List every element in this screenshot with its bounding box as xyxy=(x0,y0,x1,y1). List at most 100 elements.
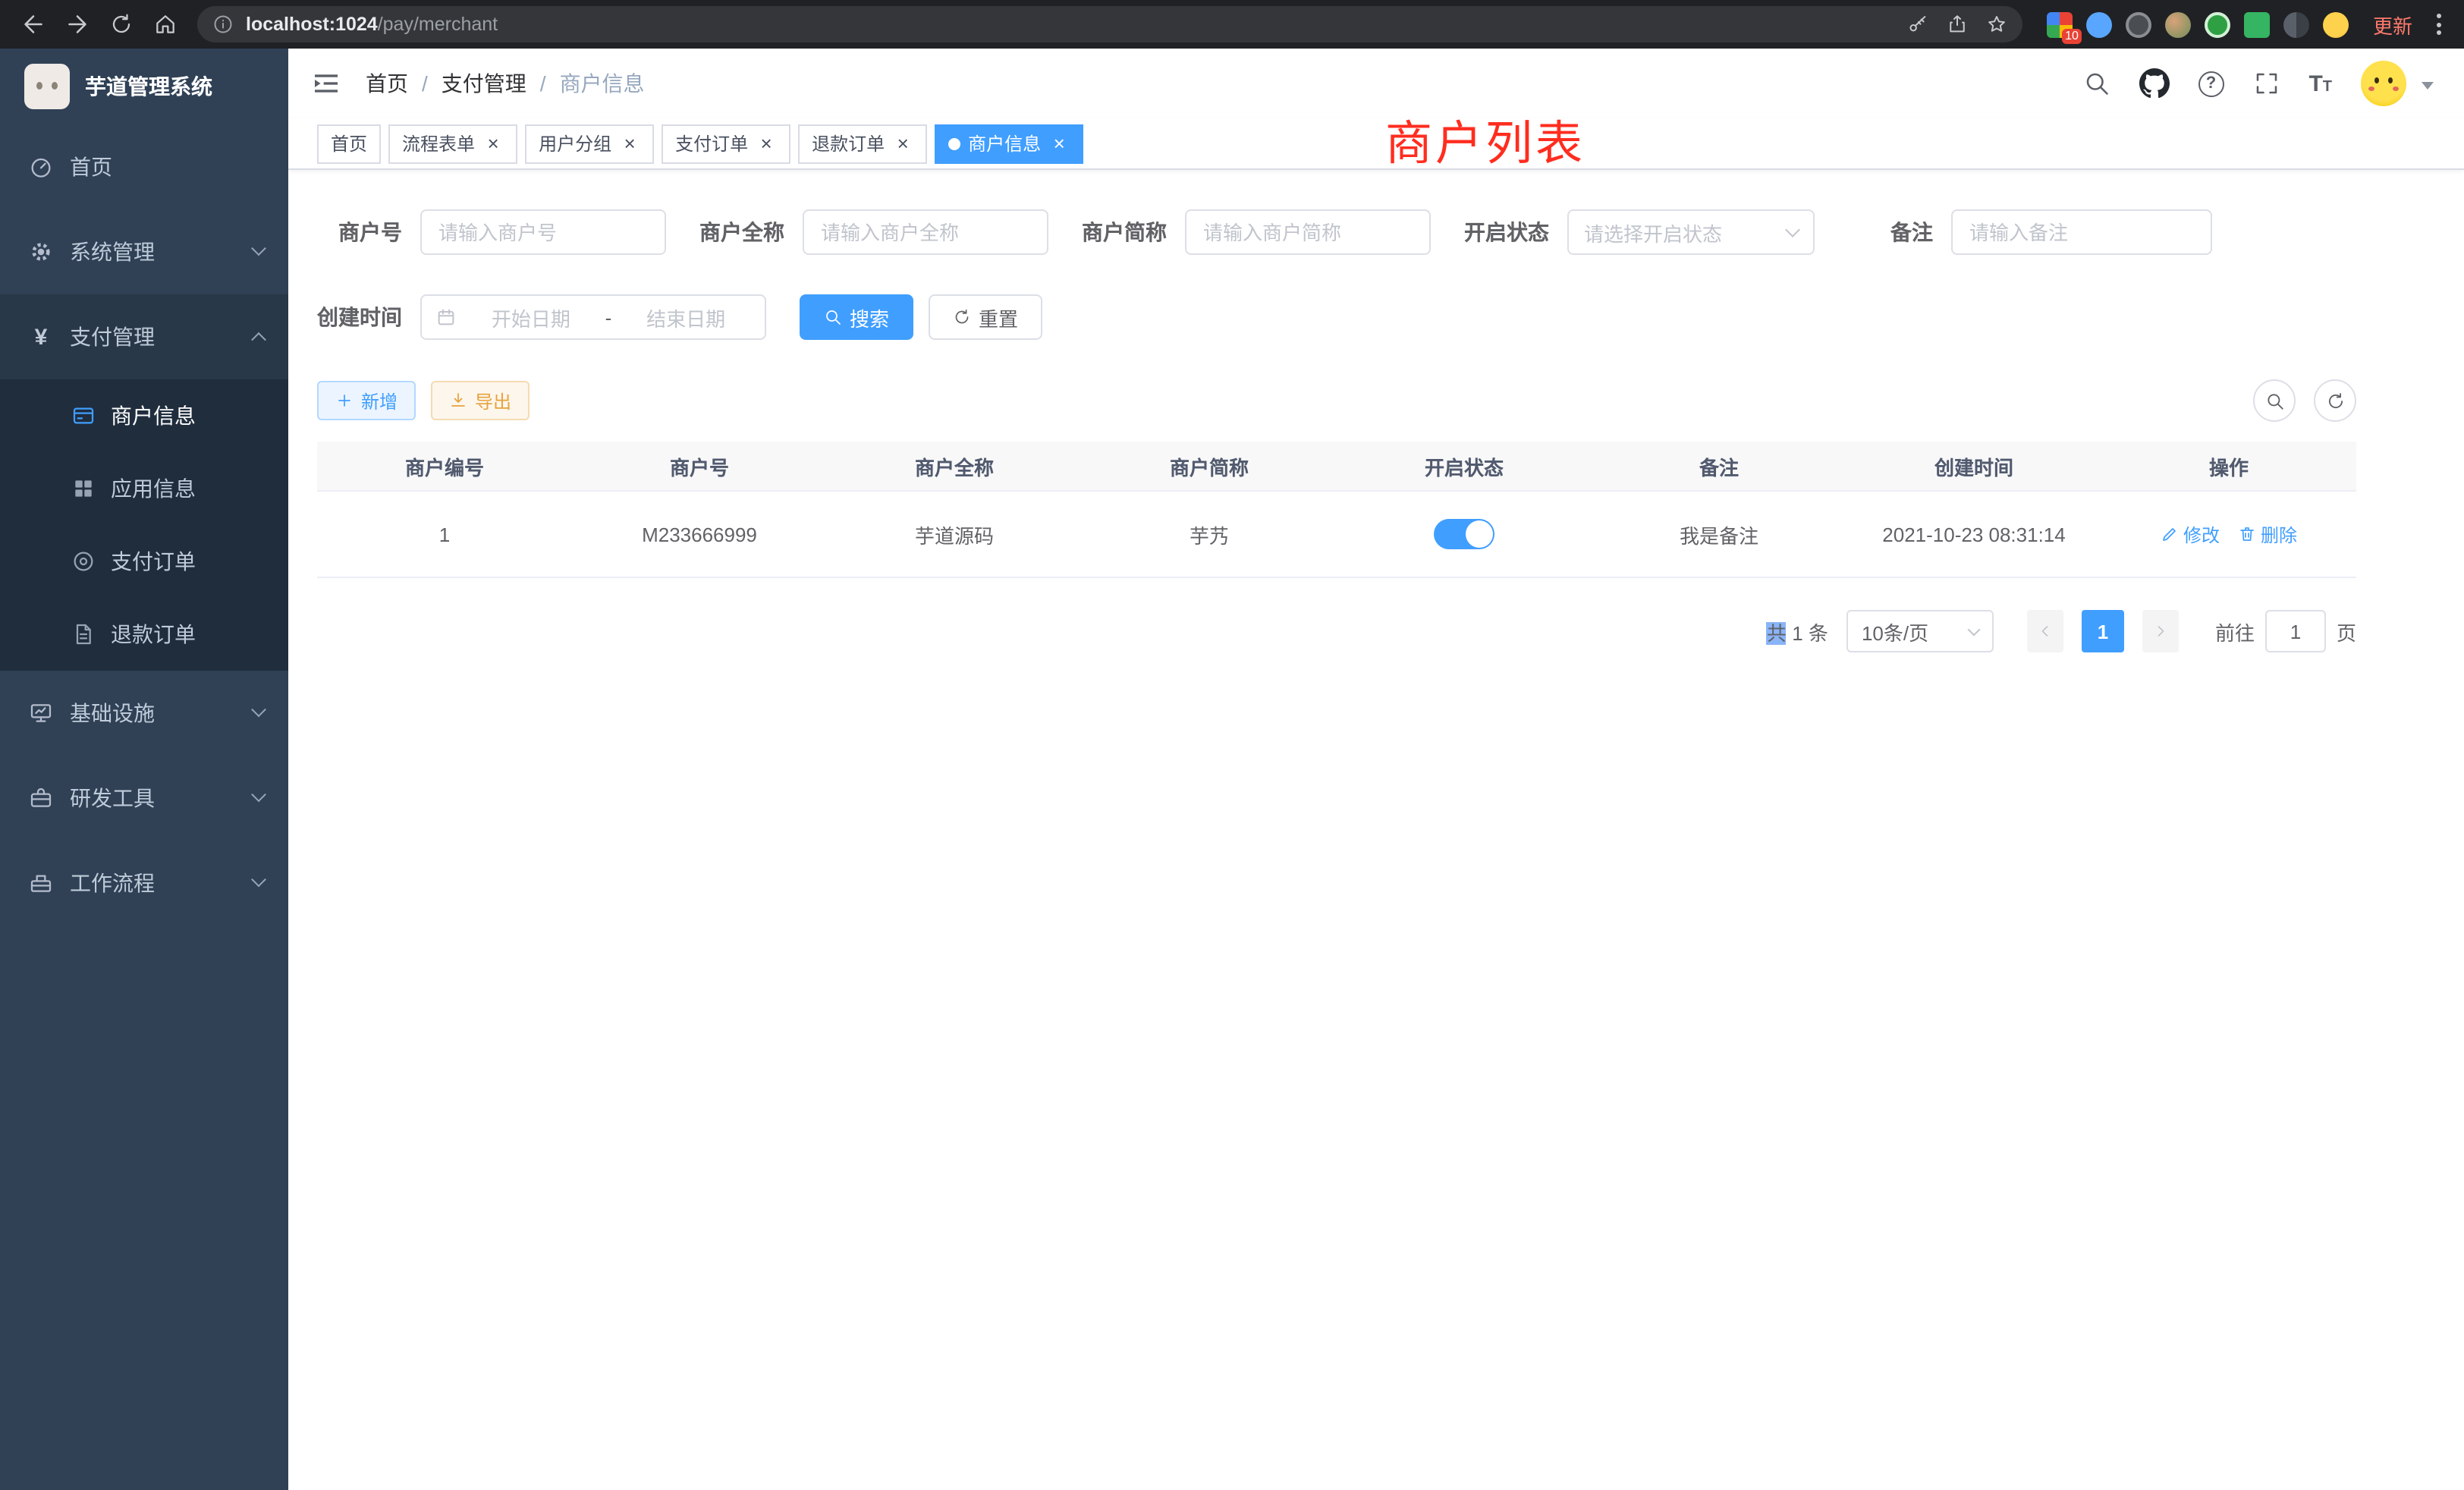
page-number-button[interactable]: 1 xyxy=(2082,610,2124,652)
address-bar[interactable]: localhost:1024/pay/merchant xyxy=(197,6,2022,42)
fullscreen-icon[interactable] xyxy=(2252,70,2280,97)
hamburger-button[interactable] xyxy=(311,68,341,99)
cell-actions: 修改 删除 xyxy=(2101,521,2356,547)
close-icon[interactable]: × xyxy=(892,133,913,154)
edit-link[interactable]: 修改 xyxy=(2161,521,2220,547)
tag-label: 支付订单 xyxy=(675,130,748,156)
cell-merchant-id: 1 xyxy=(317,523,572,545)
merchant-no-input[interactable] xyxy=(420,209,666,255)
next-page-button[interactable] xyxy=(2142,610,2179,652)
tag-merchant-info[interactable]: 商户信息× xyxy=(935,124,1083,163)
grid-icon xyxy=(71,476,96,501)
filter-remark: 备注 xyxy=(1848,209,2212,255)
yen-icon: ¥ xyxy=(29,324,53,350)
goto-page-input[interactable] xyxy=(2265,610,2326,652)
toggle-search-button[interactable] xyxy=(2253,379,2296,422)
close-icon[interactable]: × xyxy=(482,133,504,154)
col-header: 操作 xyxy=(2101,451,2356,480)
tag-refund-order[interactable]: 退款订单× xyxy=(798,124,927,163)
sidebar: 芋道管理系统 首页 系统管理 ¥ 支付管理 xyxy=(0,49,288,1490)
tags-view: 首页 流程表单× 用户分组× 支付订单 × 退款订单× 商户信息× xyxy=(288,118,2464,170)
short-name-input[interactable] xyxy=(1185,209,1431,255)
cell-remark: 我是备注 xyxy=(1592,520,1846,549)
filter-label: 开启状态 xyxy=(1464,217,1567,247)
page-size-select[interactable]: 10条/页 xyxy=(1846,610,1994,652)
forward-button[interactable] xyxy=(56,4,97,45)
search-button[interactable]: 搜索 xyxy=(800,294,913,340)
date-range-picker[interactable]: 开始日期 - 结束日期 xyxy=(420,294,766,340)
add-button[interactable]: 新增 xyxy=(317,381,416,420)
total-prefix: 共 xyxy=(1767,621,1787,644)
extension-icon-pinwheel[interactable] xyxy=(2283,11,2309,37)
filter-label: 商户号 xyxy=(317,217,420,247)
full-name-input[interactable] xyxy=(803,209,1048,255)
tag-process-form[interactable]: 流程表单× xyxy=(388,124,517,163)
sidebar-item-payment[interactable]: ¥ 支付管理 xyxy=(0,294,288,379)
search-button-label: 搜索 xyxy=(850,303,889,332)
reset-button[interactable]: 重置 xyxy=(929,294,1042,340)
back-button[interactable] xyxy=(12,4,53,45)
extension-icon-blue[interactable] xyxy=(2086,11,2112,37)
url-text: localhost:1024/pay/merchant xyxy=(246,14,1895,35)
refresh-button[interactable] xyxy=(100,4,141,45)
share-icon[interactable] xyxy=(1947,14,1968,35)
sidebar-item-app-info[interactable]: 应用信息 xyxy=(0,452,288,525)
export-button[interactable]: 导出 xyxy=(431,381,530,420)
sidebar-item-refund-order[interactable]: 退款订单 xyxy=(0,598,288,671)
help-icon[interactable]: ? xyxy=(2198,71,2224,96)
status-toggle[interactable] xyxy=(1434,519,1494,549)
page-content: 商户号 商户全称 商户简称 开启状态 请选择开启状态 xyxy=(288,170,2464,1490)
extension-icon-dark[interactable] xyxy=(2126,11,2151,37)
sidebar-item-label: 支付管理 xyxy=(70,322,155,352)
breadcrumb-payment[interactable]: 支付管理 xyxy=(442,68,526,99)
sidebar-item-label: 商户信息 xyxy=(111,401,196,431)
delete-link[interactable]: 删除 xyxy=(2238,521,2297,547)
sidebar-item-merchant-info[interactable]: 商户信息 xyxy=(0,379,288,452)
filter-short-name: 商户简称 xyxy=(1082,209,1431,255)
chevron-down-icon xyxy=(1785,222,1800,237)
extension-icon-green-square[interactable] xyxy=(2244,11,2270,37)
remark-input[interactable] xyxy=(1951,209,2212,255)
prev-page-button[interactable] xyxy=(2027,610,2063,652)
font-size-icon[interactable]: TT xyxy=(2308,71,2332,96)
password-key-icon[interactable] xyxy=(1907,14,1928,35)
extension-icon-green-circle[interactable] xyxy=(2205,11,2230,37)
browser-menu-button[interactable] xyxy=(2425,14,2452,35)
close-icon[interactable]: × xyxy=(1048,133,1070,154)
extension-badge: 10 xyxy=(2062,28,2082,43)
sidebar-item-workflow[interactable]: 工作流程 xyxy=(0,841,288,926)
home-button[interactable] xyxy=(144,4,185,45)
refresh-table-button[interactable] xyxy=(2314,379,2356,422)
sidebar-item-label: 工作流程 xyxy=(70,868,155,898)
sidebar-item-label: 应用信息 xyxy=(111,473,196,504)
sidebar-item-infrastructure[interactable]: 基础设施 xyxy=(0,671,288,756)
chevron-down-icon xyxy=(251,701,266,716)
tag-pay-order[interactable]: 支付订单 × xyxy=(662,124,790,163)
extension-icon-avatar[interactable] xyxy=(2165,11,2191,37)
status-select[interactable]: 请选择开启状态 xyxy=(1567,209,1815,255)
calendar-icon xyxy=(435,306,457,328)
extension-icon-grid[interactable]: 10 xyxy=(2047,11,2073,37)
app-logo[interactable]: 芋道管理系统 xyxy=(0,49,288,124)
github-icon[interactable] xyxy=(2139,68,2169,99)
filter-merchant-no: 商户号 xyxy=(317,209,666,255)
search-icon[interactable] xyxy=(2082,70,2110,97)
close-icon[interactable]: × xyxy=(756,133,777,154)
breadcrumb-home[interactable]: 首页 xyxy=(366,68,408,99)
sidebar-item-devtools[interactable]: 研发工具 xyxy=(0,756,288,841)
sidebar-item-pay-order[interactable]: 支付订单 xyxy=(0,525,288,598)
omnibox-actions xyxy=(1907,14,2007,35)
sidebar-item-home[interactable]: 首页 xyxy=(0,124,288,209)
delete-link-label: 删除 xyxy=(2261,521,2297,547)
close-icon[interactable]: × xyxy=(619,133,640,154)
monitor-chart-icon xyxy=(29,701,53,725)
tag-user-group[interactable]: 用户分组× xyxy=(525,124,654,163)
goto-label: 前往 xyxy=(2215,617,2255,646)
extension-icon-emoji[interactable] xyxy=(2323,11,2349,37)
avatar[interactable] xyxy=(2361,61,2406,106)
sidebar-item-system[interactable]: 系统管理 xyxy=(0,209,288,294)
tag-home[interactable]: 首页 xyxy=(317,124,381,163)
bookmark-star-icon[interactable] xyxy=(1986,14,2007,35)
avatar-caret-icon[interactable] xyxy=(2422,81,2434,95)
browser-update-button[interactable]: 更新 xyxy=(2373,10,2412,39)
